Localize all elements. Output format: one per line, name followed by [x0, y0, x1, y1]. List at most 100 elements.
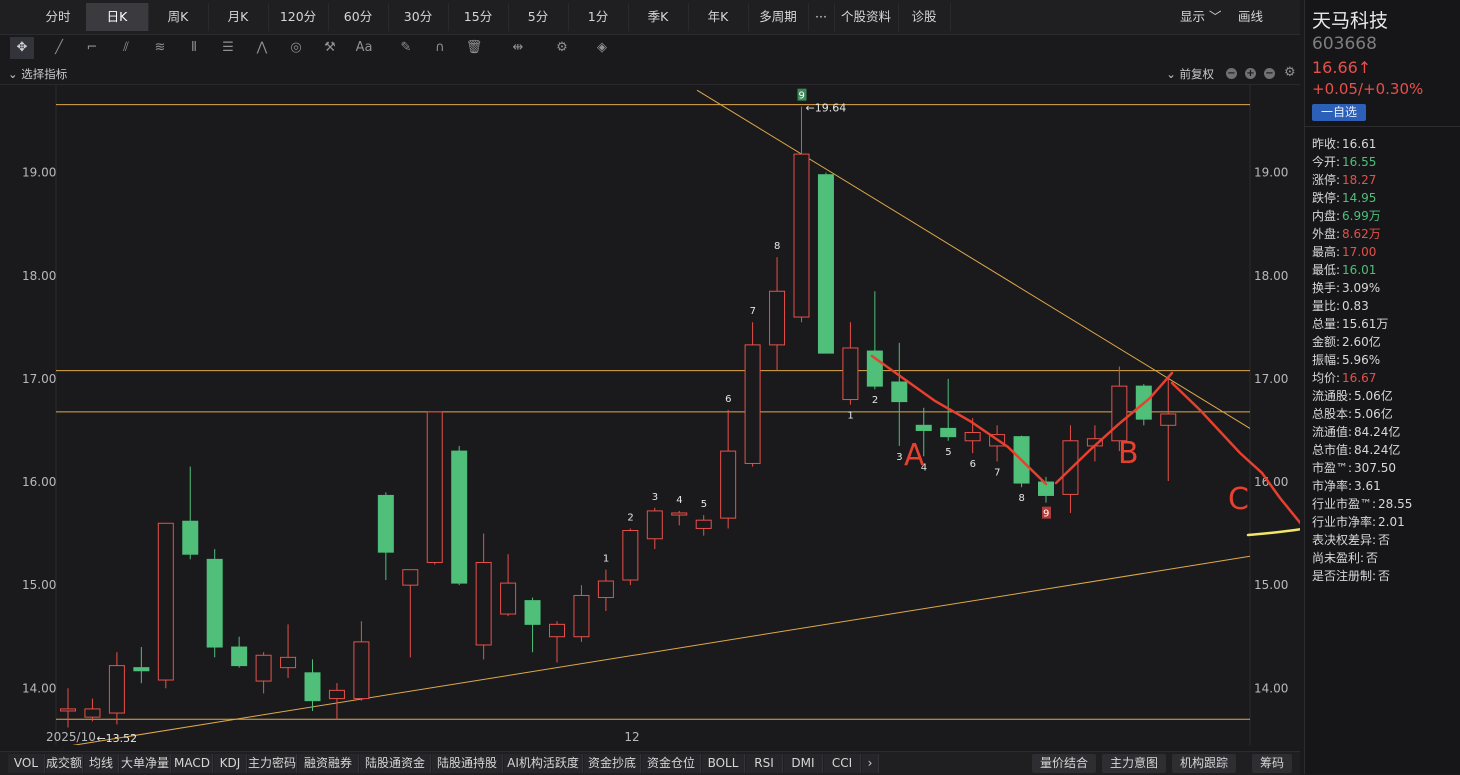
kline-chart[interactable]: 14.00 14.00 15.00 15.00 16.00 16.00 17.00 17.00… [0, 85, 1420, 749]
indicator-tab-14[interactable]: RSI [746, 754, 783, 773]
y-tick-label-left: 15.00 [22, 578, 56, 592]
wave-icon[interactable]: ⋀ [250, 37, 274, 59]
stock-change: +0.05/+0.30% [1312, 80, 1424, 98]
tab-5[interactable]: 60分 [328, 3, 389, 31]
text-icon[interactable]: Aa [352, 37, 376, 59]
minus-icon[interactable]: − [1226, 68, 1237, 79]
trash-icon[interactable]: 🗑 [462, 37, 486, 59]
channel-icon[interactable]: ≋ [148, 37, 172, 59]
wave-label-a: A [904, 438, 925, 473]
stat-value: 5.96% [1342, 353, 1381, 367]
candle-body [1111, 385, 1128, 442]
pen-icon[interactable]: ✎ [394, 37, 418, 59]
stat-label: 昨收: [1312, 137, 1341, 151]
indicator-tab-1[interactable]: 成交额 [46, 754, 83, 773]
y-tick-label-right: 17.00 [1254, 372, 1288, 386]
tab-10[interactable]: 季K [628, 3, 689, 31]
stat-row: 表决权差异: 否 [1312, 531, 1390, 548]
candle-body [133, 667, 150, 672]
stat-label: 行业市净率: [1312, 515, 1377, 529]
scroll-right-icon[interactable]: › [862, 754, 879, 773]
stat-row: 是否注册制: 否 [1312, 567, 1390, 584]
sequence-label: 8 [774, 241, 780, 252]
analysis-button-2[interactable]: 机构跟踪 [1172, 754, 1236, 773]
fib-icon[interactable]: ☰ [216, 37, 240, 59]
y-tick-label-left: 16.00 [22, 475, 56, 489]
sequence-label: 3 [896, 452, 902, 463]
analysis-button-0[interactable]: 量价结合 [1032, 754, 1096, 773]
stat-value: 3.61 [1354, 479, 1381, 493]
display-menu[interactable]: 显示 ﹀ [1180, 3, 1221, 31]
tab-8[interactable]: 5分 [508, 3, 569, 31]
tab-11[interactable]: 年K [688, 3, 749, 31]
tab-0[interactable]: 分时 [30, 3, 87, 31]
stat-row: 行业市盈™: 28.55 [1312, 495, 1412, 512]
stock-price: 16.66↑ [1312, 58, 1372, 77]
high-price-label: ←19.64 [806, 102, 847, 115]
stat-row: 最低: 16.01 [1312, 261, 1376, 278]
tab-12[interactable]: 多周期 [748, 3, 809, 31]
plus-icon[interactable]: + [1245, 68, 1256, 79]
stat-value: 8.62万 [1342, 227, 1381, 241]
indicator-tab-12[interactable]: 资金仓位 [642, 754, 701, 773]
stat-label: 表决权差异: [1312, 533, 1377, 547]
crosshair-icon[interactable]: ✥ [10, 37, 34, 59]
indicator-tab-8[interactable]: 陆股通资金 [360, 754, 431, 773]
indicator-tab-0[interactable]: VOL [8, 754, 45, 773]
stat-label: 跌停: [1312, 191, 1341, 205]
adjust-select[interactable]: ⌄ 前复权 [1166, 66, 1214, 82]
indicator-tab-7[interactable]: 融资融券 [298, 754, 359, 773]
tab-13[interactable]: ··· [808, 3, 835, 31]
draw-line-button[interactable]: 画线 [1238, 3, 1263, 31]
indicator-tab-9[interactable]: 陆股通持股 [432, 754, 503, 773]
indicator-tab-2[interactable]: 均线 [84, 754, 119, 773]
gear-icon[interactable]: ⚙ [1284, 65, 1296, 80]
tab-9[interactable]: 1分 [568, 3, 629, 31]
add-watchlist-button[interactable]: 一自选 [1312, 104, 1366, 121]
indicator-tab-16[interactable]: CCI [824, 754, 861, 773]
gann-icon[interactable]: ⦀ [182, 37, 206, 59]
indicator-tab-6[interactable]: 主力密码 [248, 754, 297, 773]
candle-body [157, 522, 174, 681]
indicator-tab-15[interactable]: DMI [784, 754, 823, 773]
tab-3[interactable]: 月K [208, 3, 269, 31]
sequence-label: 2 [872, 395, 878, 406]
sequence-label: 2 [627, 512, 633, 523]
stat-label: 市净率: [1312, 479, 1353, 493]
stat-row: 量比: 0.83 [1312, 297, 1369, 314]
stat-label: 市盈™: [1312, 461, 1353, 475]
stat-value: 16.67 [1342, 371, 1377, 385]
fan-icon[interactable]: ⫽ [114, 37, 138, 59]
cycle-icon[interactable]: ◎ [284, 37, 308, 59]
magnet-icon[interactable]: ∩ [428, 37, 452, 59]
tab-15[interactable]: 诊股 [898, 3, 951, 31]
layers-icon[interactable]: ◈ [590, 37, 614, 59]
analysis-button-1[interactable]: 主力意图 [1102, 754, 1166, 773]
candle-body [328, 689, 345, 700]
tab-4[interactable]: 120分 [268, 3, 329, 31]
line-icon[interactable]: ╱ [47, 37, 71, 59]
stat-label: 量比: [1312, 299, 1341, 313]
indicator-tab-10[interactable]: AI机构活跃度 [504, 754, 583, 773]
candle-body [793, 153, 810, 318]
split-icon[interactable]: ⇹ [506, 37, 530, 59]
tab-2[interactable]: 周K [148, 3, 209, 31]
rect-icon[interactable]: ⌐ [80, 37, 104, 59]
indicator-tab-3[interactable]: 大单净量 [120, 754, 171, 773]
arrow-icon[interactable]: ⚒ [318, 37, 342, 59]
stat-label: 总市值: [1312, 443, 1353, 457]
tab-1[interactable]: 日K [86, 3, 149, 31]
analysis-button-3[interactable]: 筹码 [1252, 754, 1292, 773]
indicator-tab-11[interactable]: 资金抄底 [584, 754, 641, 773]
candle-body [500, 582, 517, 615]
tab-7[interactable]: 15分 [448, 3, 509, 31]
tab-6[interactable]: 30分 [388, 3, 449, 31]
settings-icon[interactable]: ⚙ [550, 37, 574, 59]
tab-14[interactable]: 个股资料 [834, 3, 899, 31]
indicator-tab-5[interactable]: KDJ [214, 754, 247, 773]
select-indicator[interactable]: ⌄ 选择指标 [8, 66, 67, 82]
indicator-bar: ⌄ 选择指标 ⌄ 前复权 − + − ⚙ [0, 64, 1300, 85]
close-icon[interactable]: − [1264, 68, 1275, 79]
indicator-tab-13[interactable]: BOLL [702, 754, 745, 773]
indicator-tab-4[interactable]: MACD [172, 754, 213, 773]
